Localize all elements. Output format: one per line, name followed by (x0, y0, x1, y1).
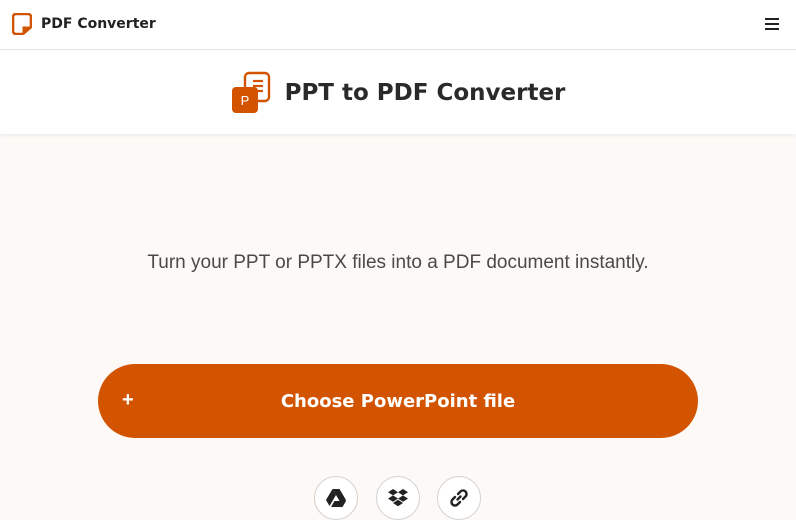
cloud-sources (0, 476, 796, 520)
powerpoint-letter: P (240, 93, 249, 108)
pdf-converter-logo-icon (12, 13, 32, 35)
page-header: P PPT to PDF Converter (0, 51, 796, 134)
google-drive-icon (326, 489, 346, 507)
tagline: Turn your PPT or PPTX files into a PDF d… (147, 252, 649, 273)
plus-icon: + (122, 389, 134, 411)
page-title: PPT to PDF Converter (284, 79, 566, 106)
choose-file-label: Choose PowerPoint file (280, 390, 516, 412)
powerpoint-file-icon: P (231, 71, 270, 113)
hamburger-menu-icon[interactable] (762, 14, 782, 34)
dropbox-icon (388, 489, 408, 507)
url-link-button[interactable] (437, 476, 481, 520)
choose-file-button[interactable]: + Choose PowerPoint file (98, 364, 698, 438)
brand-name: PDF Converter (41, 16, 156, 32)
top-navbar: PDF Converter (0, 0, 796, 50)
dropbox-button[interactable] (376, 476, 420, 520)
link-icon (450, 489, 468, 507)
brand-link[interactable]: PDF Converter (12, 13, 156, 35)
google-drive-button[interactable] (314, 476, 358, 520)
